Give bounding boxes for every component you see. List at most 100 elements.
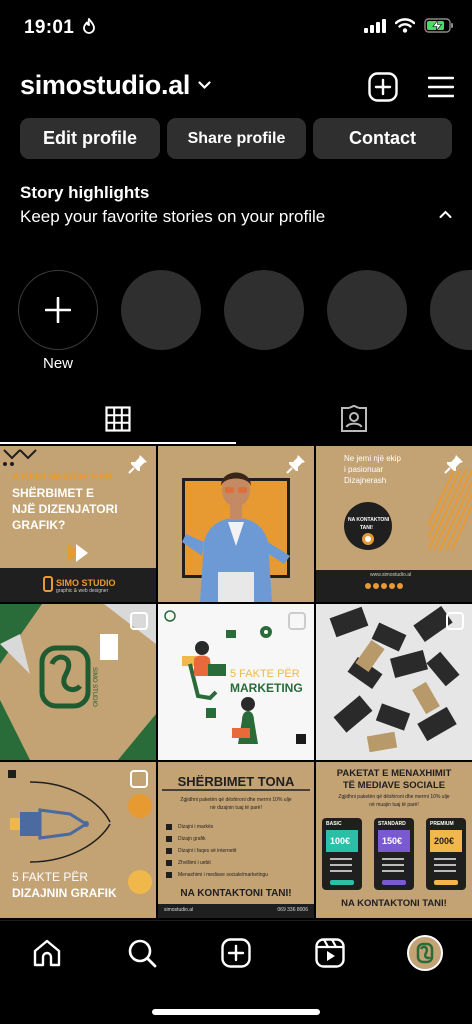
carousel-icon: [130, 770, 148, 788]
battery-charging-icon: [424, 18, 453, 33]
post-text: 5 FAKTE PËR: [12, 870, 89, 884]
nav-profile[interactable]: [405, 933, 445, 973]
post-thumbnail[interactable]: Ne jemi një ekip i pasionuar Dizajnerash…: [316, 446, 472, 602]
nav-reels[interactable]: [310, 933, 350, 973]
new-highlight-label: New: [42, 355, 73, 372]
highlights-title: Story highlights: [20, 183, 150, 202]
post-cta: NA KONTAKTONI TANI!: [341, 898, 447, 909]
post-list-item: Dizajni i faqes së internetit: [178, 848, 237, 854]
plan-price: 150€: [382, 836, 403, 846]
chevron-up-icon[interactable]: [439, 210, 452, 219]
post-thumbnail[interactable]: SIMO STUDIO: [0, 604, 156, 760]
tab-posts-grid[interactable]: [0, 394, 236, 444]
highlight-placeholder: [430, 270, 472, 350]
post-text: 5 FAKTE PËR: [230, 668, 300, 680]
post-footer: 069 336 8006: [277, 907, 308, 913]
post-list-item: Dizajn grafik: [178, 836, 206, 842]
post-brand: SIMO STUDIO: [56, 578, 116, 588]
pinned-icon: [286, 455, 305, 474]
username: simostudio.al: [20, 70, 191, 100]
post-footer: simostudio.al: [164, 907, 194, 913]
pinned-icon: [444, 455, 463, 474]
post-thumbnail[interactable]: PAKETAT E MENAXHIMIT TË MEDIAVE SOCIALE …: [316, 762, 472, 918]
bottom-navigation: [0, 920, 472, 1024]
post-title: PAKETAT E MENAXHIMIT: [336, 768, 452, 779]
home-icon: [33, 939, 61, 967]
tab-tagged[interactable]: [236, 394, 472, 444]
tagged-person-icon: [341, 405, 367, 432]
focus-flame-icon: [82, 17, 95, 34]
post-text: Dizajnerash: [344, 476, 387, 485]
new-highlight-button[interactable]: [18, 270, 98, 350]
post-text: në dizajnin tuaj të parë!: [210, 805, 262, 811]
search-icon: [128, 939, 157, 968]
reels-icon: [315, 938, 345, 968]
highlights-subtitle: Keep your favorite stories on your profi…: [20, 207, 326, 226]
post-text: DIZAJNIN GRAFIK: [12, 886, 117, 900]
contact-button[interactable]: Contact: [313, 118, 452, 159]
post-text: NA KONTAKTONI: [348, 517, 390, 523]
post-text: i pasionuar: [344, 465, 384, 474]
highlights-row: New: [18, 270, 472, 380]
post-list-item: Zhvillimi i uebit: [178, 860, 211, 866]
status-indicators: [364, 18, 454, 33]
post-text: A KENI NEVOJË PËR: [12, 472, 113, 483]
account-switcher[interactable]: simostudio.al: [20, 70, 211, 101]
header-actions: [368, 72, 454, 102]
post-title: TË MEDIAVE SOCIALE: [342, 780, 446, 791]
chevron-down-icon: [198, 81, 211, 90]
post-text: NJË DIZENJATORI: [12, 502, 118, 516]
create-post-icon: [221, 938, 251, 968]
post-thumbnail[interactable]: [316, 604, 472, 760]
plan-name: PREMIUM: [430, 821, 454, 827]
post-thumbnail[interactable]: A KENI NEVOJË PËR SHËRBIMET E NJË DIZENJ…: [0, 446, 156, 602]
post-text: Ne jemi një ekip: [344, 454, 401, 463]
post-text: MARKETING: [230, 681, 303, 695]
carousel-icon: [288, 612, 306, 630]
post-text: Zgjidhni paketën që dëshironi dhe merrni…: [180, 797, 292, 803]
post-brand-sub: graphic & web designer: [56, 588, 109, 594]
highlight-placeholder: [224, 270, 304, 350]
post-text: SHËRBIMET E: [12, 486, 95, 500]
post-thumbnail[interactable]: 5 FAKTE PËR DIZAJNIN GRAFIK: [0, 762, 156, 918]
plan-name: STANDARD: [378, 821, 406, 827]
nav-create[interactable]: [216, 933, 256, 973]
post-brand: SIMO STUDIO: [90, 667, 97, 707]
status-bar: 19:01: [0, 0, 472, 56]
grid-icon: [105, 406, 131, 432]
highlight-placeholder: [327, 270, 407, 350]
highlight-placeholder: [121, 270, 201, 350]
carousel-icon: [446, 612, 464, 630]
active-tab-indicator: [0, 442, 236, 444]
post-list-item: Dizajni i markës: [178, 824, 214, 830]
signal-icon: [364, 18, 386, 33]
share-profile-button[interactable]: Share profile: [167, 118, 306, 159]
plus-icon: [45, 297, 71, 323]
nav-home[interactable]: [27, 933, 67, 973]
edit-profile-button[interactable]: Edit profile: [20, 118, 160, 159]
posts-grid: A KENI NEVOJË PËR SHËRBIMET E NJË DIZENJ…: [0, 446, 472, 918]
nav-search[interactable]: [122, 933, 162, 973]
plan-price: 200€: [434, 836, 455, 846]
post-text: TANI!: [360, 525, 373, 531]
post-url: www.simostudio.al: [370, 572, 412, 578]
plan-price: 100€: [330, 836, 351, 846]
home-indicator: [152, 1009, 320, 1015]
carousel-icon: [130, 612, 148, 630]
create-post-icon[interactable]: [368, 72, 398, 102]
status-time-text: 19:01: [24, 17, 75, 38]
post-text: GRAFIK?: [12, 518, 66, 532]
status-time: 19:01: [24, 17, 96, 39]
profile-actions: Edit profile Share profile Contact: [20, 118, 452, 159]
wifi-icon: [395, 18, 415, 33]
post-text: në muajin tuaj të parë!: [369, 802, 419, 808]
post-thumbnail[interactable]: 5 FAKTE PËR MARKETING: [158, 604, 314, 760]
post-list-item: Menaxhimi i mediave sociale/marketingu: [178, 872, 269, 878]
menu-icon[interactable]: [428, 76, 454, 98]
post-thumbnail[interactable]: [158, 446, 314, 602]
post-cta: NA KONTAKTONI TANI!: [180, 888, 292, 899]
post-thumbnail[interactable]: SHËRBIMET TONA Zgjidhni paketën që dëshi…: [158, 762, 314, 918]
post-title: SHËRBIMET TONA: [177, 774, 295, 789]
post-text: Zgjidhni paketën që dëshironi dhe merrni…: [338, 794, 450, 800]
profile-header: simostudio.al: [20, 66, 454, 110]
